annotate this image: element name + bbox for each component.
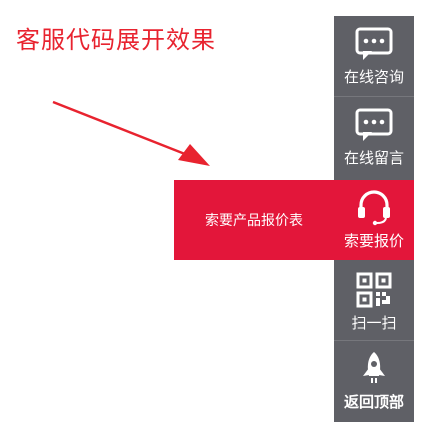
- sidebar-item-label: 扫一扫: [351, 314, 397, 332]
- chat-bubble-icon: [355, 107, 393, 143]
- sidebar-item-leave-message[interactable]: 在线留言: [334, 97, 414, 177]
- flyout-text: 索要产品报价表: [205, 213, 303, 229]
- annotation-arrow-icon: [52, 100, 210, 166]
- sidebar-item-label: 索要报价: [343, 232, 404, 250]
- sidebar-item-request-quote[interactable]: 索要报价: [334, 180, 414, 260]
- rocket-icon: [359, 351, 389, 387]
- sidebar-item-label: 在线留言: [343, 149, 404, 167]
- sidebar-item-back-to-top[interactable]: 返回顶部: [334, 341, 414, 421]
- sidebar-item-online-consult[interactable]: 在线咨询: [334, 16, 414, 96]
- quote-flyout-panel[interactable]: 索要产品报价表: [174, 180, 334, 260]
- headset-icon: [355, 190, 393, 226]
- sidebar-item-scan-qr[interactable]: 扫一扫: [334, 262, 414, 342]
- chat-bubble-icon: [355, 26, 393, 62]
- sidebar-item-label: 在线咨询: [343, 68, 404, 86]
- annotation-title: 客服代码展开效果: [16, 26, 216, 54]
- qr-code-icon: [356, 272, 392, 308]
- sidebar-item-label: 返回顶部: [343, 393, 404, 411]
